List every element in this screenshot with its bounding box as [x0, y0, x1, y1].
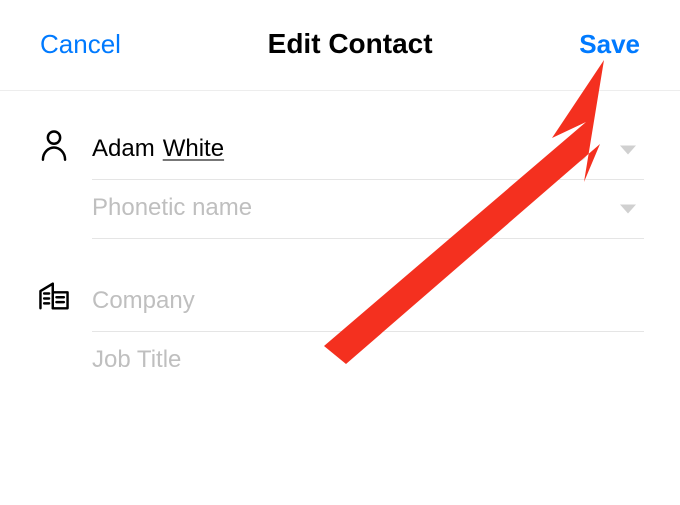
name-first: Adam — [92, 135, 155, 163]
job-title-input[interactable] — [92, 346, 644, 374]
job-title-field[interactable] — [92, 332, 644, 390]
name-field[interactable]: Adam White — [92, 121, 644, 180]
clear-name-button[interactable] — [564, 138, 588, 162]
phonetic-name-input[interactable] — [92, 194, 644, 222]
company-field[interactable] — [92, 273, 644, 332]
name-last: White — [163, 135, 224, 163]
close-icon — [571, 145, 581, 155]
edit-form: Adam White — [0, 91, 680, 390]
save-button[interactable]: Save — [579, 29, 640, 60]
person-icon — [36, 121, 72, 161]
page-title: Edit Contact — [268, 28, 433, 60]
building-icon — [36, 273, 72, 311]
chevron-down-icon[interactable] — [620, 205, 636, 214]
company-section — [36, 273, 644, 390]
header-bar: Cancel Edit Contact Save — [0, 0, 680, 91]
name-section: Adam White — [36, 121, 644, 239]
chevron-down-icon[interactable] — [620, 146, 636, 155]
cancel-button[interactable]: Cancel — [40, 29, 121, 60]
company-input[interactable] — [92, 287, 644, 315]
phonetic-name-field[interactable] — [92, 180, 644, 239]
